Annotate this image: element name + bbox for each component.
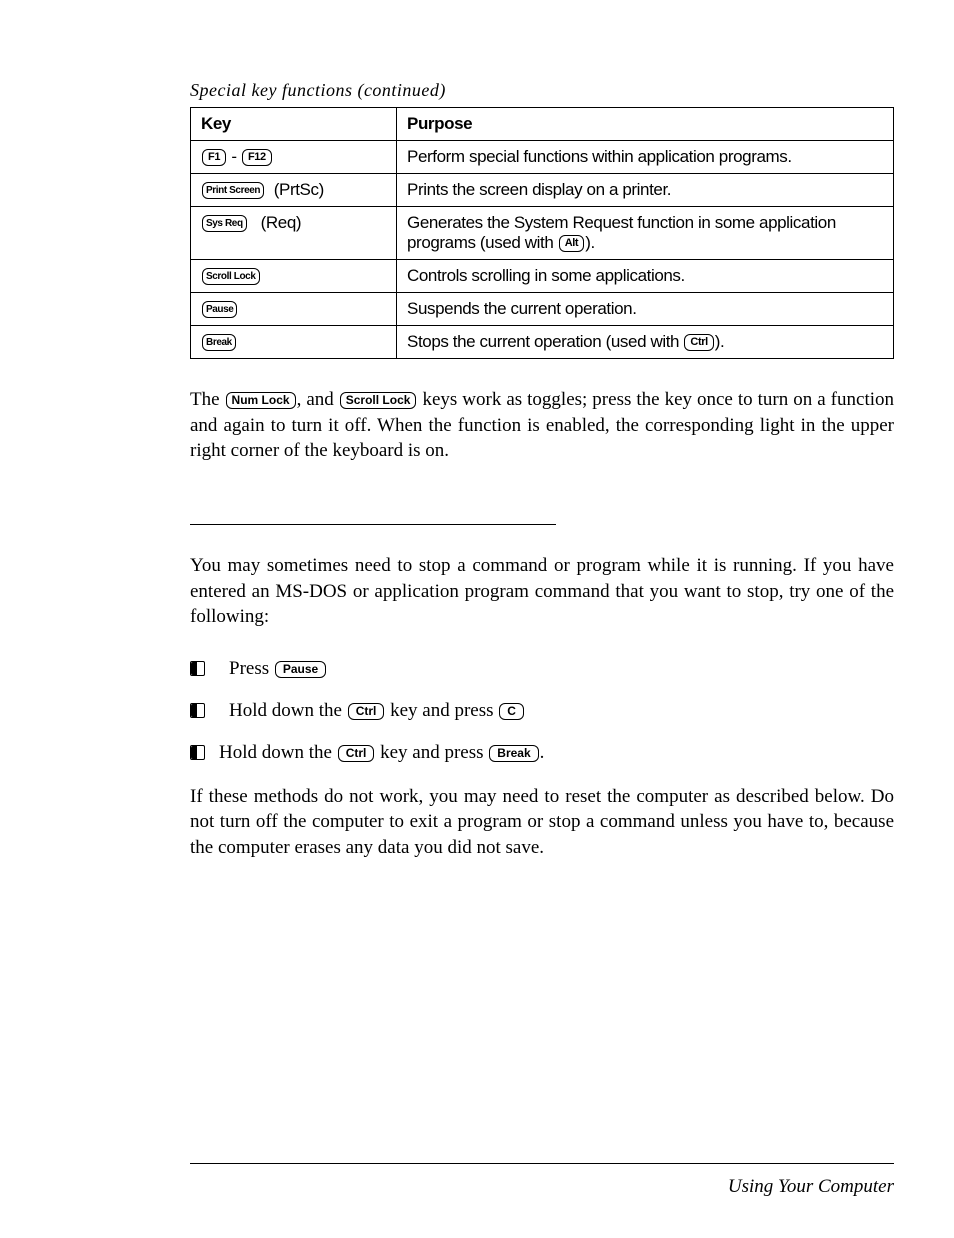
key-cell: Sys Req (Req) [191, 207, 397, 260]
table-caption: Special key functions (continued) [190, 80, 894, 101]
list-item-text: Hold down the Ctrl key and press C [229, 700, 525, 722]
page: Special key functions (continued) Key Pu… [0, 0, 954, 1238]
table-row: PauseSuspends the current operation. [191, 293, 894, 326]
footer-text: Using Your Computer [190, 1176, 894, 1198]
key-cell: F1 - F12 [191, 141, 397, 174]
list-item-text: Hold down the Ctrl key and press Break. [219, 742, 544, 764]
bullet-list: Press Pause Hold down the Ctrl key and pr… [190, 658, 894, 764]
paragraph-toggles: The Num Lock, and Scroll Lock keys work … [190, 387, 894, 464]
bullet-icon [190, 703, 205, 718]
paragraph-stop-command: You may sometimes need to stop a command… [190, 553, 894, 630]
table-header-key: Key [191, 108, 397, 141]
purpose-cell: Generates the System Request function in… [397, 207, 894, 260]
bullet-icon [190, 745, 205, 760]
list-item: Press Pause [190, 658, 894, 680]
list-item-text: Press Pause [229, 658, 327, 680]
table-row: F1 - F12Perform special functions within… [191, 141, 894, 174]
list-item: Hold down the Ctrl key and press Break. [190, 742, 894, 764]
footer-rule [190, 1163, 894, 1164]
page-footer: Using Your Computer [190, 1155, 894, 1198]
purpose-cell: Controls scrolling in some applications. [397, 260, 894, 293]
table-row: Print Screen (PrtSc)Prints the screen di… [191, 174, 894, 207]
purpose-cell: Perform special functions within applica… [397, 141, 894, 174]
section-divider [190, 524, 556, 525]
bullet-icon [190, 661, 205, 676]
key-cell: Print Screen (PrtSc) [191, 174, 397, 207]
key-cell: Scroll Lock [191, 260, 397, 293]
table-row: BreakStops the current operation (used w… [191, 326, 894, 359]
table-row: Scroll LockControls scrolling in some ap… [191, 260, 894, 293]
purpose-cell: Stops the current operation (used with C… [397, 326, 894, 359]
list-item: Hold down the Ctrl key and press C [190, 700, 894, 722]
purpose-cell: Suspends the current operation. [397, 293, 894, 326]
paragraph-reset: If these methods do not work, you may ne… [190, 784, 894, 861]
table-header-purpose: Purpose [397, 108, 894, 141]
key-cell: Break [191, 326, 397, 359]
table-row: Sys Req (Req)Generates the System Reques… [191, 207, 894, 260]
key-functions-table: Key Purpose F1 - F12Perform special func… [190, 107, 894, 359]
key-cell: Pause [191, 293, 397, 326]
purpose-cell: Prints the screen display on a printer. [397, 174, 894, 207]
